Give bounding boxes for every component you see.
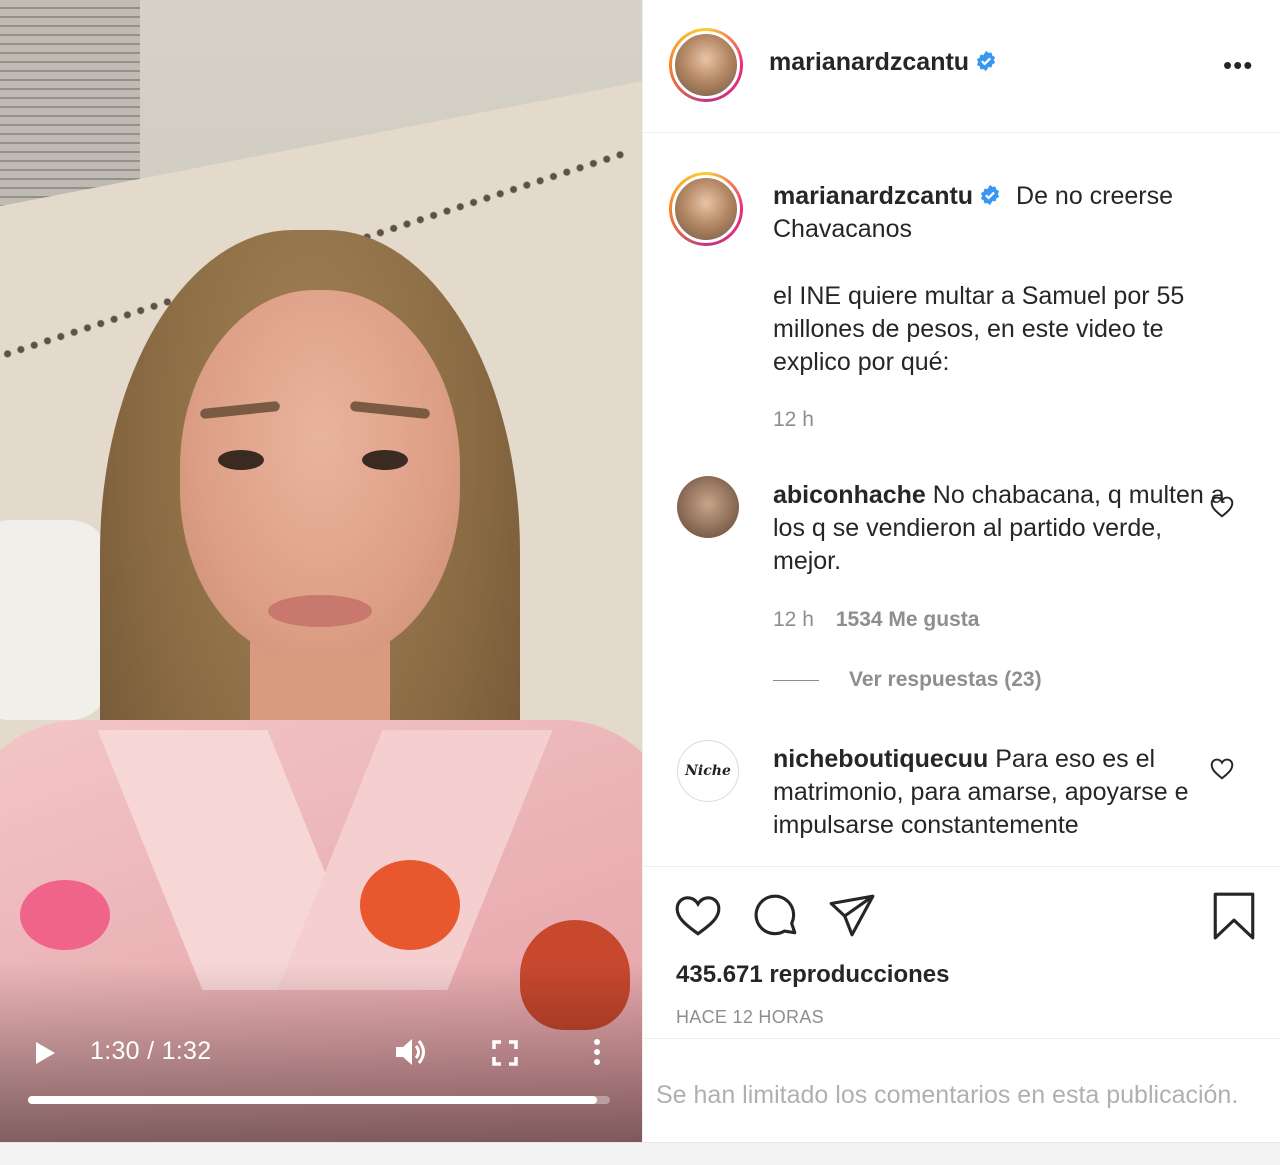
caption-username[interactable]: marianardzcantu bbox=[773, 182, 973, 210]
volume-icon bbox=[396, 1039, 425, 1065]
time-separator: / bbox=[139, 1037, 162, 1065]
caption-body: el INE quiere multar a Samuel por 55 mil… bbox=[773, 282, 1185, 376]
verified-icon bbox=[976, 50, 996, 72]
comment-box: Se han limitado los comentarios en esta … bbox=[643, 1038, 1280, 1142]
post-actions: 435.671 reproducciones HACE 12 HORAS bbox=[643, 866, 1280, 1038]
author-username-text[interactable]: marianardzcantu bbox=[769, 48, 969, 76]
share-icon[interactable] bbox=[827, 891, 877, 941]
caption-line-2: Chavacanos bbox=[773, 215, 912, 243]
volume-button[interactable] bbox=[392, 1034, 430, 1070]
view-count[interactable]: 435.671 reproducciones bbox=[676, 961, 949, 989]
comment-avatar[interactable]: Niche bbox=[677, 740, 739, 802]
verified-icon bbox=[980, 184, 1000, 206]
video-options-button[interactable] bbox=[586, 1034, 608, 1070]
play-button[interactable] bbox=[28, 1036, 62, 1070]
view-replies-label[interactable]: Ver respuestas (23) bbox=[849, 668, 1042, 692]
video-frame bbox=[0, 0, 642, 1142]
more-vertical-icon bbox=[594, 1039, 600, 1065]
video-controls: 1:30 / 1:32 bbox=[0, 1020, 642, 1120]
comment-username[interactable]: abiconhache bbox=[773, 481, 926, 509]
progress-fill bbox=[28, 1096, 598, 1104]
progress-bar[interactable] bbox=[28, 1096, 610, 1104]
time-display: 1:30 / 1:32 bbox=[90, 1036, 211, 1066]
comment-timestamp[interactable]: 12 h bbox=[773, 608, 814, 631]
comment-icon[interactable] bbox=[751, 891, 801, 941]
bookmark-icon[interactable] bbox=[1209, 891, 1259, 941]
page-bottom-bar bbox=[0, 1142, 1280, 1165]
more-options-button[interactable]: ••• bbox=[1223, 50, 1263, 80]
caption-avatar[interactable] bbox=[669, 172, 743, 246]
comment-body: abiconhache No chabacana, q multen a los… bbox=[773, 479, 1233, 578]
author-username[interactable]: marianardzcantu bbox=[769, 48, 997, 77]
play-icon bbox=[36, 1042, 55, 1064]
caption-text: marianardzcantu De no creerse Chavacanos bbox=[773, 180, 1233, 246]
caption-line-1: De no creerse bbox=[1016, 182, 1174, 210]
comment-username[interactable]: nicheboutiquecuu bbox=[773, 745, 988, 773]
view-replies-button[interactable]: Ver respuestas (23) bbox=[773, 668, 1042, 692]
post-header: marianardzcantu ••• bbox=[643, 0, 1280, 133]
post-timestamp[interactable]: HACE 12 HORAS bbox=[676, 1007, 824, 1028]
fullscreen-icon bbox=[492, 1040, 518, 1066]
video-player[interactable]: 1:30 / 1:32 bbox=[0, 0, 642, 1142]
avatar-logo-text: Niche bbox=[685, 763, 731, 779]
duration: 1:32 bbox=[161, 1037, 212, 1065]
comment-meta: 12 h 1534 Me gusta bbox=[773, 608, 979, 632]
caption-timestamp[interactable]: 12 h bbox=[773, 408, 814, 432]
heart-icon[interactable] bbox=[1209, 756, 1235, 782]
fullscreen-button[interactable] bbox=[488, 1036, 522, 1070]
comment-body: nicheboutiquecuu Para eso es el matrimon… bbox=[773, 743, 1233, 842]
comment-likes[interactable]: 1534 Me gusta bbox=[836, 608, 980, 631]
comment-avatar[interactable] bbox=[677, 476, 739, 538]
comments-thread[interactable]: marianardzcantu De no creerse Chavacanos… bbox=[643, 134, 1280, 866]
comments-limited-notice: Se han limitado los comentarios en esta … bbox=[656, 1081, 1239, 1109]
post-side-panel: marianardzcantu ••• marianardzcantu De n… bbox=[642, 0, 1280, 1142]
heart-icon[interactable] bbox=[673, 891, 723, 941]
heart-icon[interactable] bbox=[1209, 494, 1235, 520]
author-avatar[interactable] bbox=[669, 28, 743, 102]
replies-divider bbox=[773, 679, 819, 681]
current-time: 1:30 bbox=[90, 1037, 140, 1065]
